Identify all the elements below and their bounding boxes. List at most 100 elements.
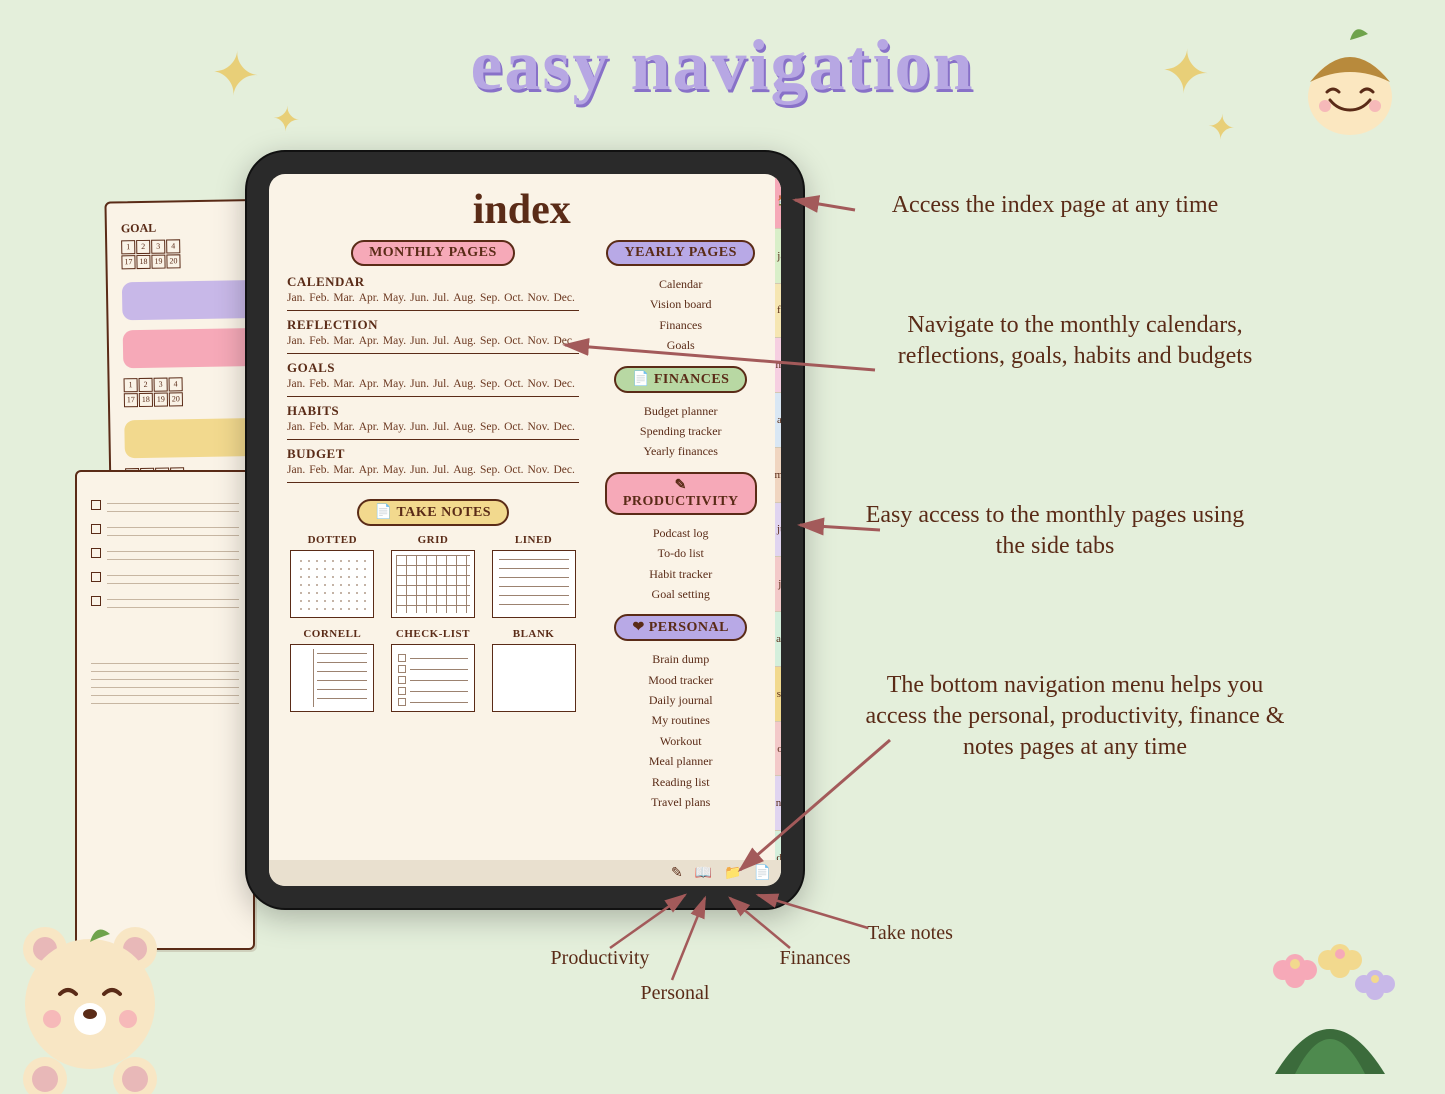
tab-nov[interactable]: nov: [775, 776, 781, 831]
month-link[interactable]: May.: [383, 378, 406, 390]
finance-item[interactable]: Spending tracker: [605, 421, 757, 441]
personal-item[interactable]: Workout: [605, 731, 757, 751]
productivity-item[interactable]: To-do list: [605, 543, 757, 563]
personal-item[interactable]: Meal planner: [605, 751, 757, 771]
yearly-item[interactable]: Vision board: [605, 294, 757, 314]
tab-home[interactable]: 🏠: [775, 174, 781, 229]
month-link[interactable]: Sep.: [480, 421, 500, 433]
month-link[interactable]: Sep.: [480, 292, 500, 304]
month-link[interactable]: Dec.: [553, 421, 574, 433]
productivity-item[interactable]: Habit tracker: [605, 564, 757, 584]
pill-yearly[interactable]: YEARLY PAGES: [606, 240, 754, 266]
month-link[interactable]: Aug.: [453, 292, 476, 304]
month-link[interactable]: Sep.: [480, 464, 500, 476]
month-link[interactable]: Mar.: [333, 464, 354, 476]
month-link[interactable]: Feb.: [309, 421, 329, 433]
month-link[interactable]: Nov.: [528, 335, 550, 347]
month-link[interactable]: May.: [383, 292, 406, 304]
month-link[interactable]: Feb.: [309, 292, 329, 304]
personal-item[interactable]: Travel plans: [605, 792, 757, 812]
month-link[interactable]: Jan.: [287, 421, 305, 433]
month-link[interactable]: Dec.: [553, 378, 574, 390]
month-link[interactable]: Sep.: [480, 378, 500, 390]
note-template-dotted[interactable]: [290, 550, 374, 618]
tab-aug[interactable]: aug: [775, 612, 781, 667]
month-link[interactable]: Jan.: [287, 335, 305, 347]
tab-jun[interactable]: jun: [775, 503, 781, 558]
productivity-item[interactable]: Podcast log: [605, 523, 757, 543]
month-link[interactable]: Mar.: [333, 378, 354, 390]
nav-notes-icon[interactable]: 📄: [754, 865, 771, 882]
month-link[interactable]: May.: [383, 464, 406, 476]
personal-item[interactable]: Daily journal: [605, 690, 757, 710]
month-link[interactable]: Jul.: [433, 335, 449, 347]
month-link[interactable]: Jun.: [410, 378, 429, 390]
month-link[interactable]: Feb.: [309, 378, 329, 390]
month-link[interactable]: Sep.: [480, 335, 500, 347]
tab-may[interactable]: may: [775, 448, 781, 503]
nav-personal-icon[interactable]: 📖: [695, 865, 712, 882]
note-template-check[interactable]: [391, 644, 475, 712]
tab-oct[interactable]: oct: [775, 722, 781, 777]
month-link[interactable]: Mar.: [333, 335, 354, 347]
month-link[interactable]: Dec.: [553, 335, 574, 347]
month-link[interactable]: Mar.: [333, 421, 354, 433]
note-template-cornell[interactable]: [290, 644, 374, 712]
month-link[interactable]: Feb.: [309, 335, 329, 347]
month-link[interactable]: Jan.: [287, 292, 305, 304]
personal-item[interactable]: Mood tracker: [605, 670, 757, 690]
tab-jul[interactable]: jul: [775, 557, 781, 612]
month-link[interactable]: Jul.: [433, 378, 449, 390]
tab-apr[interactable]: apr: [775, 393, 781, 448]
finance-item[interactable]: Yearly finances: [605, 441, 757, 461]
month-link[interactable]: Jan.: [287, 464, 305, 476]
month-link[interactable]: Nov.: [528, 421, 550, 433]
nav-productivity-icon[interactable]: ✎: [671, 865, 683, 882]
month-link[interactable]: Oct.: [504, 292, 523, 304]
note-template-blank[interactable]: [492, 644, 576, 712]
month-link[interactable]: Aug.: [453, 335, 476, 347]
personal-item[interactable]: Reading list: [605, 772, 757, 792]
yearly-item[interactable]: Goals: [605, 335, 757, 355]
month-link[interactable]: Dec.: [553, 464, 574, 476]
month-link[interactable]: Nov.: [528, 378, 550, 390]
month-link[interactable]: May.: [383, 421, 406, 433]
month-link[interactable]: Aug.: [453, 421, 476, 433]
yearly-item[interactable]: Finances: [605, 315, 757, 335]
month-link[interactable]: Apr.: [359, 378, 379, 390]
note-template-lined[interactable]: [492, 550, 576, 618]
tab-feb[interactable]: feb: [775, 284, 781, 339]
finance-item[interactable]: Budget planner: [605, 401, 757, 421]
month-link[interactable]: Mar.: [333, 292, 354, 304]
note-template-grid[interactable]: [391, 550, 475, 618]
month-link[interactable]: Jan.: [287, 378, 305, 390]
month-link[interactable]: Jul.: [433, 292, 449, 304]
month-link[interactable]: May.: [383, 335, 406, 347]
tab-mar[interactable]: mar: [775, 338, 781, 393]
month-link[interactable]: Jul.: [433, 464, 449, 476]
tab-jan[interactable]: jan: [775, 229, 781, 284]
month-link[interactable]: Nov.: [528, 464, 550, 476]
month-link[interactable]: Apr.: [359, 464, 379, 476]
personal-item[interactable]: My routines: [605, 710, 757, 730]
pill-monthly[interactable]: MONTHLY PAGES: [351, 240, 515, 266]
month-link[interactable]: Dec.: [553, 292, 574, 304]
yearly-item[interactable]: Calendar: [605, 274, 757, 294]
personal-item[interactable]: Brain dump: [605, 649, 757, 669]
pill-productivity[interactable]: ✎ PRODUCTIVITY: [605, 472, 757, 515]
month-link[interactable]: Aug.: [453, 378, 476, 390]
month-link[interactable]: Oct.: [504, 335, 523, 347]
month-link[interactable]: Apr.: [359, 421, 379, 433]
month-link[interactable]: Apr.: [359, 335, 379, 347]
month-link[interactable]: Jun.: [410, 421, 429, 433]
pill-take-notes[interactable]: 📄 TAKE NOTES: [357, 499, 509, 526]
month-link[interactable]: Apr.: [359, 292, 379, 304]
month-link[interactable]: Jun.: [410, 335, 429, 347]
month-link[interactable]: Oct.: [504, 378, 523, 390]
month-link[interactable]: Nov.: [528, 292, 550, 304]
pill-finances[interactable]: 📄 FINANCES: [614, 366, 748, 393]
nav-finances-icon[interactable]: 📁: [724, 865, 741, 882]
tab-sep[interactable]: sep: [775, 667, 781, 722]
month-link[interactable]: Feb.: [309, 464, 329, 476]
month-link[interactable]: Aug.: [453, 464, 476, 476]
